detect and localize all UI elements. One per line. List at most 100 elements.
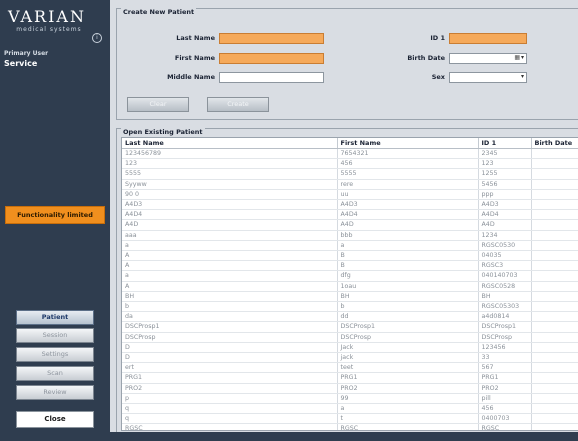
cell-last-name: A [122, 260, 338, 272]
last-name-input[interactable] [219, 33, 324, 44]
cell-birth-date [531, 321, 578, 333]
cell-birth-date [531, 372, 578, 384]
cell-last-name: b [122, 301, 338, 313]
cell-last-name: a [122, 270, 338, 282]
cell-first-name: A4D [337, 219, 479, 231]
cell-last-name: D [122, 342, 338, 354]
table-row[interactable]: b b RGSC05303 [122, 301, 578, 313]
table-row[interactable]: 123 456 123 [122, 158, 578, 170]
table-row[interactable]: da dd a4d0814 [122, 311, 578, 323]
cell-birth-date [531, 291, 578, 303]
nav-settings-button[interactable]: Settings [16, 347, 94, 362]
table-row[interactable]: aaa bbb 1234 [122, 230, 578, 241]
cell-id: 1234 [478, 230, 532, 241]
table-row[interactable]: A4D4 A4D4 A4D4 [122, 209, 578, 221]
cell-id: 567 [478, 362, 532, 374]
cell-id: pill [478, 393, 532, 405]
table-row[interactable]: p 99 pill [122, 393, 578, 405]
first-name-label: First Name [174, 54, 215, 62]
create-button[interactable]: Create [207, 97, 269, 112]
cell-id: DSCProsp [478, 332, 532, 343]
cell-birth-date [531, 413, 578, 425]
cell-first-name: jack [337, 352, 479, 364]
cell-first-name: a [337, 403, 479, 415]
last-name-label: Last Name [176, 34, 215, 42]
cell-last-name: a [122, 240, 338, 252]
birth-date-input[interactable]: ▦ ▾ [449, 53, 527, 64]
cell-id: 123456 [478, 342, 532, 354]
column-header-first-name[interactable]: First Name [337, 138, 479, 149]
close-button[interactable]: Close [16, 411, 94, 428]
table-row[interactable]: Djack 33 [122, 352, 578, 364]
column-header-id[interactable]: ID 1 [478, 138, 532, 149]
cell-birth-date [531, 281, 578, 292]
cell-last-name: aaa [122, 230, 338, 241]
sidebar: VARIAN medical systems i Primary User Se… [0, 0, 110, 441]
cell-first-name: dd [337, 311, 479, 323]
cell-last-name: PRO2 [122, 383, 338, 394]
column-header-birth-date[interactable]: Birth Date [531, 138, 578, 149]
cell-last-name: BH [122, 291, 338, 303]
table-row[interactable]: ert teet 567 [122, 362, 578, 374]
table-row[interactable]: 123456789 7654321 2345 [122, 148, 578, 160]
table-row[interactable]: RGSC RGSC RGSC [122, 423, 578, 430]
cell-id: 123 [478, 158, 532, 170]
cell-first-name: Jack [337, 342, 479, 354]
nav-scan-button[interactable]: Scan [16, 366, 94, 381]
cell-first-name: DSCProsp [337, 332, 479, 343]
cell-last-name: A [122, 281, 338, 292]
calendar-icon[interactable]: ▦ [514, 54, 520, 61]
table-row[interactable]: q t 0400703 [122, 413, 578, 425]
cell-birth-date [531, 260, 578, 272]
cell-id: RGSC0528 [478, 281, 532, 292]
chevron-down-icon[interactable]: ▾ [521, 54, 524, 61]
table-row[interactable]: 90 0 uu ppp [122, 189, 578, 201]
table-row[interactable]: DSCProsp DSCProsp DSCProsp [122, 332, 578, 343]
table-row[interactable]: A B 04035 [122, 250, 578, 262]
first-name-input[interactable] [219, 53, 324, 64]
id-label: ID 1 [430, 34, 445, 42]
patient-table-body: 123456789 7654321 2345 123 456 123 5555 5555 125… [122, 148, 578, 430]
cell-first-name: t [337, 413, 479, 425]
table-row[interactable]: PRG1 PRG1 PRG1 [122, 372, 578, 384]
table-row[interactable]: Syyww rere 5456 [122, 179, 578, 190]
cell-birth-date [531, 393, 578, 405]
chevron-down-icon[interactable]: ▾ [521, 73, 524, 80]
table-row[interactable]: D Jack 123456 [122, 342, 578, 354]
id-input[interactable] [449, 33, 527, 44]
table-row[interactable]: A B RGSC3 [122, 260, 578, 272]
patient-table: Last Name First Name ID 1 Birth Date 123… [121, 137, 578, 431]
cell-birth-date [531, 423, 578, 430]
table-row[interactable]: 5555 5555 1255 [122, 168, 578, 180]
cell-first-name: B [337, 250, 479, 262]
info-icon[interactable]: i [92, 33, 102, 43]
nav-patient-button[interactable]: Patient [16, 310, 94, 325]
cell-birth-date [531, 199, 578, 211]
table-row[interactable]: A4D A4D A4D [122, 219, 578, 231]
cell-last-name: A4D3 [122, 199, 338, 211]
nav-session-button[interactable]: Session [16, 328, 94, 343]
table-row[interactable]: A4D3 A4D3 A4D3 [122, 199, 578, 211]
table-row[interactable]: BH BH BH [122, 291, 578, 303]
cell-birth-date [531, 383, 578, 394]
cell-birth-date [531, 179, 578, 190]
table-row[interactable]: a dfg 040140703 [122, 270, 578, 282]
table-row[interactable]: a a RGSC0530 [122, 240, 578, 252]
column-header-last-name[interactable]: Last Name [122, 138, 338, 149]
table-row[interactable]: A 1oau RGSC0528 [122, 281, 578, 292]
cell-first-name: 5555 [337, 168, 479, 180]
table-header-row: Last Name First Name ID 1 Birth Date [122, 138, 578, 149]
sex-select[interactable]: ▾ [449, 72, 527, 83]
cell-last-name: Syyww [122, 179, 338, 190]
table-row[interactable]: PRO2 PRO2 PRO2 [122, 383, 578, 394]
cell-first-name: b [337, 301, 479, 313]
cell-first-name: A4D3 [337, 199, 479, 211]
cell-id: 456 [478, 403, 532, 415]
middle-name-input[interactable] [219, 72, 324, 83]
nav-review-button[interactable]: Review [16, 385, 94, 400]
table-row[interactable]: DSCProsp1 DSCProsp1 DSCProsp1 [122, 321, 578, 333]
table-row[interactable]: q a 456 [122, 403, 578, 415]
cell-last-name: da [122, 311, 338, 323]
logo-tagline: medical systems [16, 26, 82, 33]
clear-button[interactable]: Clear [127, 97, 189, 112]
